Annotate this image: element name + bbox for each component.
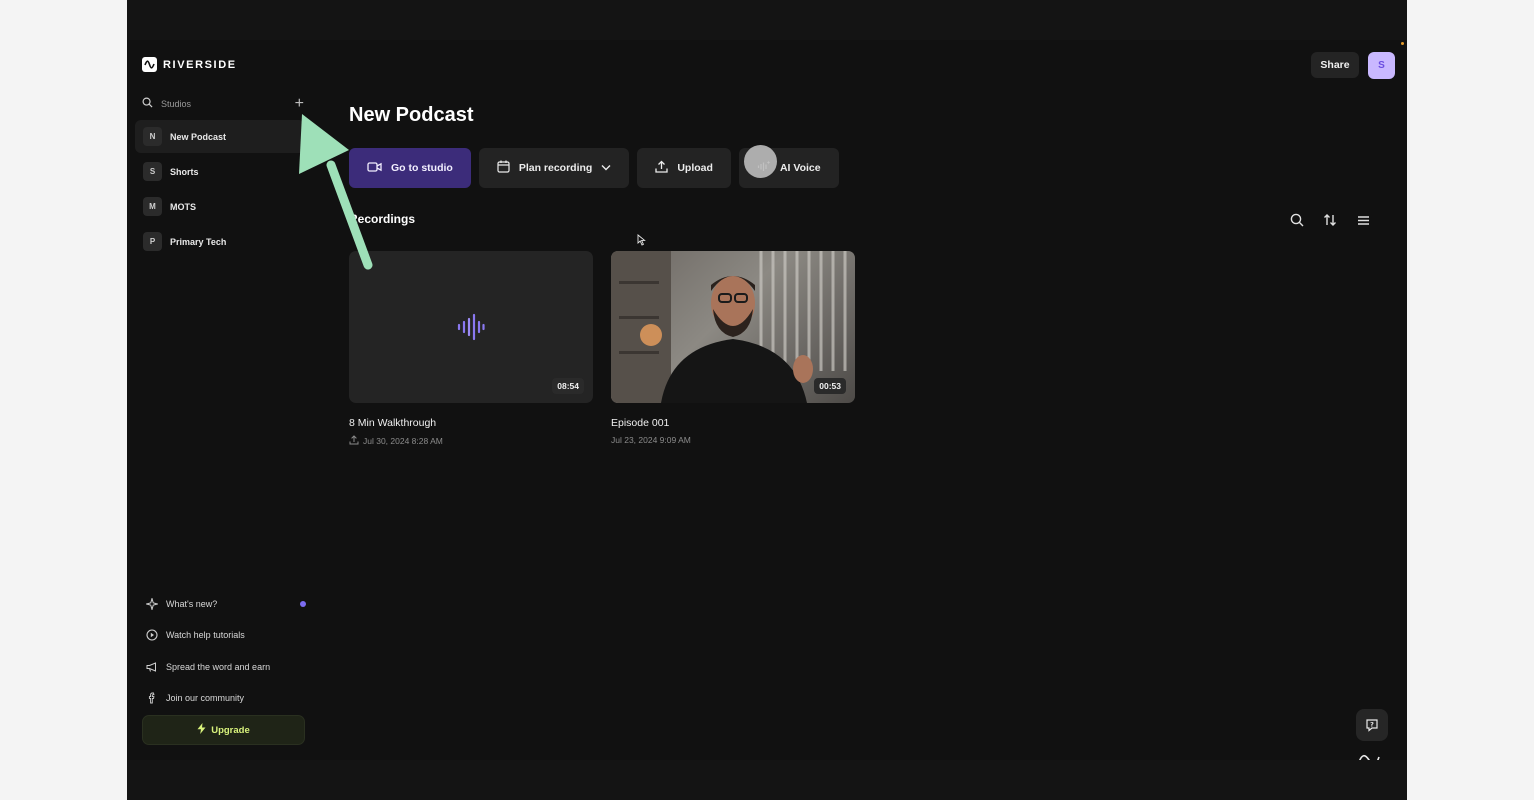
upload-icon [655, 160, 668, 176]
riverside-logo-icon [142, 57, 157, 72]
referral-link[interactable]: Spread the word and earn [145, 651, 307, 683]
recording-meta: Jul 23, 2024 9:09 AM [611, 435, 855, 445]
brand-logo[interactable]: RIVERSIDE [142, 57, 237, 72]
community-link[interactable]: Join our community [145, 683, 307, 715]
top-band [127, 0, 1407, 40]
mouse-pointer-icon [637, 234, 646, 246]
studios-label: Studios [161, 99, 192, 109]
duration-badge: 08:54 [552, 378, 584, 394]
help-question-icon: ? [1366, 719, 1378, 732]
studio-label: MOTS [170, 201, 196, 212]
recording-title: 8 Min Walkthrough [349, 417, 437, 429]
search-recordings-icon[interactable] [1289, 212, 1305, 228]
search-icon[interactable] [142, 95, 153, 113]
studio-item-new-podcast[interactable]: N New Podcast [135, 120, 305, 153]
recordings-grid: 08:54 8 Min Walkthrough Jul 30, 2024 8:2… [349, 251, 855, 447]
whats-new-link[interactable]: What's new? [145, 588, 307, 620]
studio-item-shorts[interactable]: S Shorts [135, 155, 305, 188]
list-view-icon[interactable] [1355, 212, 1371, 228]
ai-voice-label: AI Voice [779, 162, 821, 174]
bottom-band [127, 760, 1407, 800]
sidebar: RIVERSIDE Studios + N New Podcast S Shor… [127, 40, 320, 760]
studio-label: Primary Tech [170, 236, 227, 247]
plan-recording-label: Plan recording [518, 162, 593, 174]
recording-card[interactable]: 08:54 8 Min Walkthrough Jul 30, 2024 8:2… [349, 251, 593, 447]
svg-text:?: ? [1370, 721, 1374, 729]
upgrade-button[interactable]: Upgrade [142, 715, 305, 745]
whats-new-label: What's new? [166, 598, 218, 609]
go-to-studio-label: Go to studio [391, 162, 453, 174]
facebook-icon [145, 691, 159, 705]
upload-label: Upload [677, 162, 713, 174]
upload-small-icon [349, 435, 359, 447]
lightning-icon [197, 723, 206, 737]
recording-thumbnail-video[interactable]: 00:53 [611, 251, 855, 403]
studio-badge: S [143, 162, 162, 181]
app-window: RIVERSIDE Studios + N New Podcast S Shor… [127, 0, 1407, 800]
studio-item-primary-tech[interactable]: P Primary Tech [135, 225, 305, 258]
play-circle-icon [145, 628, 159, 642]
annotation-arrow [299, 114, 373, 270]
plan-recording-button[interactable]: Plan recording [478, 148, 630, 188]
recording-meta: Jul 30, 2024 8:28 AM [349, 435, 593, 447]
upgrade-label: Upgrade [211, 724, 250, 736]
status-dot [1401, 42, 1404, 45]
upload-button[interactable]: Upload [637, 148, 731, 188]
sparkle-icon [145, 597, 159, 611]
calendar-icon [497, 160, 510, 176]
help-chat-button[interactable]: ? [1356, 709, 1388, 741]
help-tutorials-label: Watch help tutorials [166, 630, 245, 641]
recording-date: Jul 23, 2024 9:09 AM [611, 435, 691, 445]
unread-dot [300, 600, 306, 607]
recording-title: Episode 001 [611, 417, 670, 429]
duration-badge: 00:53 [814, 378, 846, 394]
studio-badge: M [143, 197, 162, 216]
community-label: Join our community [166, 693, 245, 704]
referral-label: Spread the word and earn [166, 661, 271, 672]
studio-item-mots[interactable]: M MOTS [135, 190, 305, 223]
studio-label: Shorts [170, 166, 199, 177]
recording-card[interactable]: 00:53 Episode 001 Jul 23, 2024 9:09 AM [611, 251, 855, 447]
studio-badge: P [143, 232, 162, 251]
studio-list: N New Podcast S Shorts M MOTS P Primary … [135, 120, 305, 260]
recording-thumbnail-audio[interactable]: 08:54 [349, 251, 593, 403]
avatar[interactable]: S [1368, 52, 1395, 79]
sort-icon[interactable] [1322, 212, 1338, 228]
recording-date: Jul 30, 2024 8:28 AM [363, 436, 443, 446]
chevron-down-icon [601, 162, 611, 174]
recordings-toolbar [1289, 212, 1371, 228]
studio-badge: N [143, 127, 162, 146]
audio-waveform-icon [457, 313, 485, 341]
studio-label: New Podcast [170, 131, 227, 142]
brand-name: RIVERSIDE [163, 58, 237, 71]
help-tutorials-link[interactable]: Watch help tutorials [145, 620, 307, 652]
share-button[interactable]: Share [1311, 52, 1359, 78]
megaphone-icon [145, 660, 159, 674]
sidebar-links: What's new? Watch help tutorials Spread … [145, 588, 307, 714]
click-indicator [744, 145, 777, 178]
studios-header: Studios + [142, 95, 304, 113]
